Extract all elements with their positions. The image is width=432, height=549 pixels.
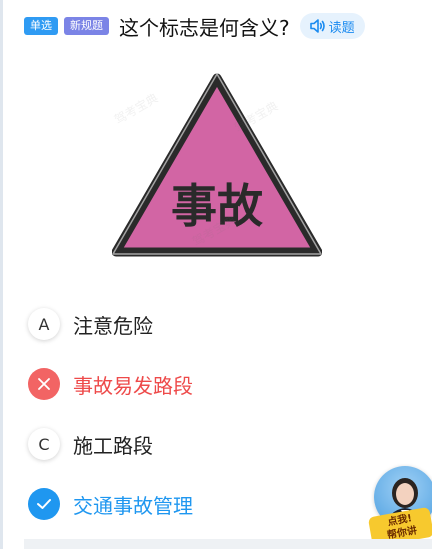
option-c-letter: C <box>28 428 60 460</box>
option-a-letter: A <box>28 308 60 340</box>
correct-check-icon <box>28 488 60 520</box>
read-question-button[interactable]: 读题 <box>299 13 365 39</box>
wrong-mark-icon <box>28 368 60 400</box>
option-b-text: 事故易发路段 <box>73 373 193 398</box>
explain-helper-button[interactable]: 点我! 帮你讲 <box>367 466 432 548</box>
option-b[interactable]: 事故易发路段 <box>28 354 408 414</box>
option-d-text: 交通事故管理 <box>73 493 193 518</box>
speaker-icon <box>309 19 325 33</box>
new-rule-tag: 新规题 <box>64 17 109 35</box>
question-header: 单选 新规题 这个标志是何含义? 读题 <box>24 12 365 40</box>
option-a-text: 注意危险 <box>73 313 153 338</box>
bottom-panel-edge <box>24 539 432 549</box>
left-edge-bar <box>0 0 3 549</box>
option-a[interactable]: A 注意危险 <box>28 294 408 354</box>
option-d[interactable]: 交通事故管理 <box>28 474 408 534</box>
accident-warning-sign: 事故 驾考宝典 驾考宝典 驾考宝典 <box>111 72 323 258</box>
single-choice-tag: 单选 <box>24 17 58 35</box>
option-c[interactable]: C 施工路段 <box>28 414 408 474</box>
read-question-label: 读题 <box>328 20 355 36</box>
question-text: 这个标志是何含义? <box>119 15 290 40</box>
answer-options: A 注意危险 事故易发路段 C 施工路段 交通事故管理 <box>28 294 408 534</box>
option-c-text: 施工路段 <box>73 433 153 458</box>
